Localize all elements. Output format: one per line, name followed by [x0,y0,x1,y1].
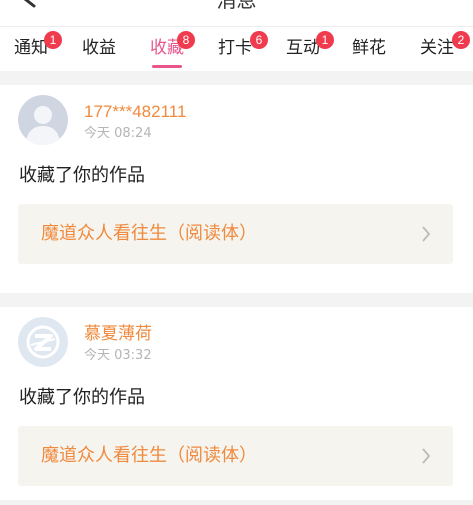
action-text: 收藏了你的作品 [19,165,145,186]
message-card: 慕夏薄荷 今天 03:32 收藏了你的作品 魔道众人看往生（阅读体） [0,307,473,505]
tab-label: 打卡 [218,38,252,58]
unread-badge: 8 [177,31,195,49]
action-text: 收藏了你的作品 [19,387,145,408]
unread-badge: 1 [316,31,334,49]
message-card: 177***482111 今天 08:24 收藏了你的作品 魔道众人看往生（阅读… [0,85,473,293]
section-divider [0,71,473,85]
unread-badge: 1 [44,31,62,49]
tab-interactions[interactable]: 互动 1 [286,31,334,59]
default-avatar-icon [18,95,68,145]
section-divider [0,500,473,505]
top-bar: 消息 [0,0,473,27]
active-tab-indicator [152,65,182,68]
username[interactable]: 177***482111 [84,102,186,122]
unread-badge: 2 [452,31,470,49]
tab-favorites[interactable]: 收藏 8 [150,31,195,68]
unread-badge: 6 [250,31,268,49]
tab-earnings[interactable]: 收益 [82,37,116,59]
work-title: 魔道众人看往生（阅读体） [41,223,257,244]
avatar[interactable] [18,317,68,367]
work-title: 魔道众人看往生（阅读体） [41,445,257,466]
tab-label: 通知 [14,38,48,58]
username[interactable]: 慕夏薄荷 [84,324,152,344]
chevron-right-icon [422,448,431,464]
work-link[interactable]: 魔道众人看往生（阅读体） [18,426,453,486]
chevron-right-icon [422,226,431,242]
avatar[interactable] [18,95,68,145]
work-link[interactable]: 魔道众人看往生（阅读体） [18,204,453,264]
tab-checkin[interactable]: 打卡 6 [218,31,268,59]
tab-label: 互动 [286,38,320,58]
section-divider [0,293,473,307]
tab-flowers[interactable]: 鲜花 [352,37,386,59]
timestamp: 今天 03:32 [84,348,152,363]
timestamp: 今天 08:24 [84,126,152,141]
tab-following[interactable]: 关注 2 [420,31,470,59]
tab-label: 关注 [420,38,454,58]
default-avatar-icon [18,317,68,367]
tab-label: 鲜花 [352,38,386,58]
tab-label: 收益 [82,38,116,58]
tab-bar: 通知 1 收益 收藏 8 打卡 6 互动 1 鲜花 关注 2 [0,27,473,71]
tab-notifications[interactable]: 通知 1 [14,31,62,59]
page-title: 消息 [216,0,257,12]
